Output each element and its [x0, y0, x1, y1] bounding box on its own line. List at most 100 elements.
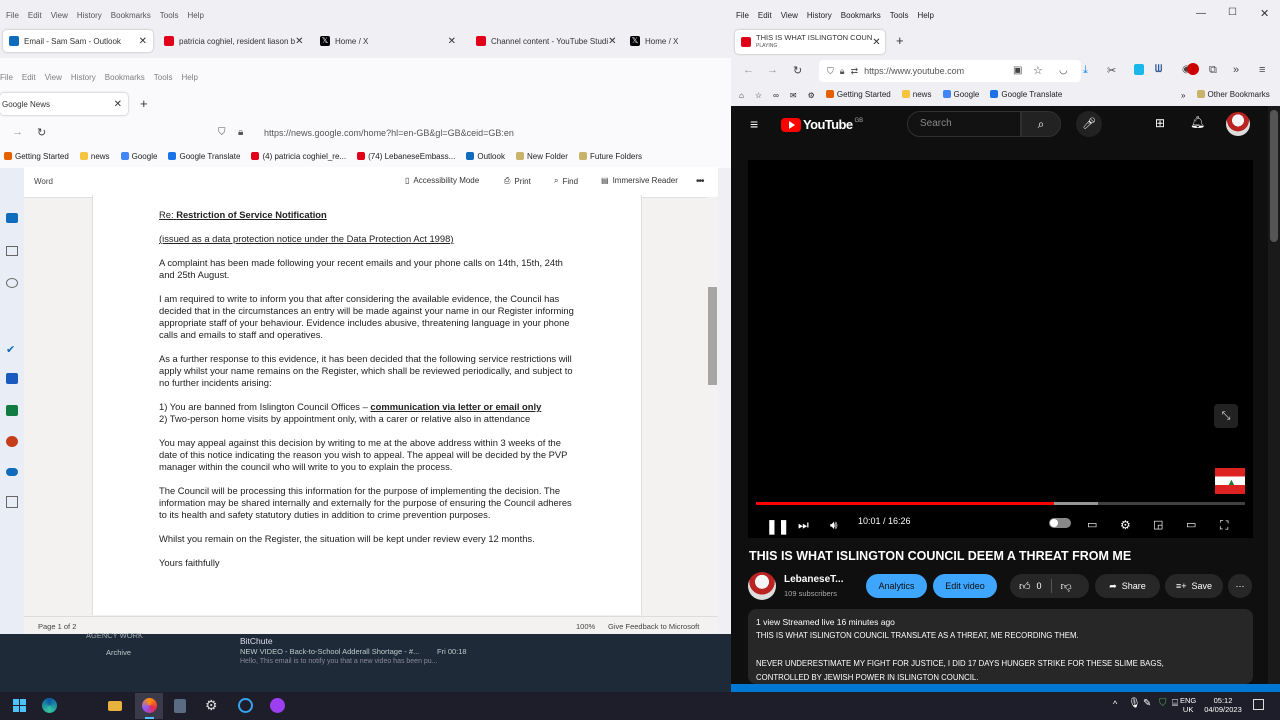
word-icon[interactable]	[6, 373, 18, 384]
search-button[interactable]: ⌕	[1021, 111, 1061, 137]
feedback-link[interactable]: Give Feedback to Microsoft	[608, 622, 699, 631]
back-icon[interactable]: ←	[743, 64, 754, 76]
other-bookmarks[interactable]: » Other Bookmarks	[1181, 89, 1278, 101]
next-button[interactable]: ⏭︎	[798, 518, 809, 533]
bookmark-patricia[interactable]: (4) patricia coghiel_re...	[251, 152, 346, 161]
close-icon[interactable]: ✕	[448, 36, 456, 47]
find-button[interactable]: ⌕ Find	[554, 176, 578, 186]
zoom-level[interactable]: 100%	[576, 622, 595, 631]
miniplayer-icon[interactable]: ⤡	[1214, 404, 1238, 428]
tab-patricia[interactable]: patricia coghiel, resident liason b ✕	[158, 30, 303, 52]
notifications-bell-icon[interactable]: 🔔︎	[1190, 115, 1205, 129]
firefox-taskbar-active[interactable]	[135, 693, 163, 719]
menu-view[interactable]: View	[45, 73, 62, 82]
network-icon[interactable]: ⌸	[1172, 698, 1178, 709]
thumbs-down-icon[interactable]: 👎︎	[1061, 580, 1072, 593]
home-icon[interactable]: ⌂	[739, 91, 744, 100]
reader-view-icon[interactable]: ▣	[1013, 65, 1022, 76]
close-icon[interactable]: ✕	[872, 37, 880, 48]
bookmark-new-folder[interactable]: New Folder	[516, 152, 568, 161]
tab-outlook[interactable]: Email - Sam Sam - Outlook ✕	[3, 30, 153, 52]
gear-icon[interactable]: ⚙	[808, 91, 815, 100]
description-box[interactable]: 1 view Streamed live 16 minutes ago THIS…	[748, 609, 1253, 684]
bookmark-getting-started[interactable]: Getting Started	[825, 90, 891, 99]
menu-bookmarks[interactable]: Bookmarks	[105, 73, 145, 82]
hamburger-menu-icon[interactable]: ≡	[1259, 64, 1265, 76]
excel-icon[interactable]	[6, 405, 18, 416]
extension-icon[interactable]: ᗯ	[1155, 64, 1162, 75]
back-icon[interactable]: →	[12, 126, 23, 138]
tab-google-news[interactable]: Google News ✕	[0, 93, 128, 115]
create-video-icon[interactable]: ⊞	[1155, 116, 1165, 130]
settings-gear-icon[interactable]: ⚙	[1120, 518, 1131, 532]
tab-home-x[interactable]: 𝕏 Home / X ✕	[314, 30, 462, 52]
search-input[interactable]: Search	[907, 111, 1021, 137]
onedrive-icon[interactable]	[6, 468, 18, 476]
menu-help[interactable]: Help	[917, 11, 933, 20]
settings-gear-icon[interactable]: ⚙	[205, 697, 218, 714]
calendar-icon[interactable]	[6, 246, 18, 256]
clock[interactable]: 05:12 04/09/2023	[1200, 696, 1246, 714]
scroll-thumb[interactable]	[1270, 110, 1278, 242]
menu-file[interactable]: File	[0, 73, 13, 82]
tab-home-x-2[interactable]: 𝕏 Home / X	[624, 30, 729, 52]
podcast-app-icon[interactable]	[270, 698, 285, 713]
menu-bookmarks[interactable]: Bookmarks	[111, 11, 151, 20]
progress-bar[interactable]	[756, 502, 1245, 505]
pen-icon[interactable]: ✎	[1143, 698, 1151, 709]
close-window-icon[interactable]: ✕	[1260, 7, 1269, 20]
menu-history[interactable]: History	[807, 11, 832, 20]
miniplayer-button-icon[interactable]: ◲	[1153, 518, 1163, 531]
menu-bookmarks[interactable]: Bookmarks	[841, 11, 881, 20]
bookmark-google-translate[interactable]: Google Translate	[168, 152, 240, 161]
close-icon[interactable]: ✕	[295, 36, 303, 47]
menu-edit[interactable]: Edit	[758, 11, 772, 20]
ublock-icon[interactable]	[1187, 63, 1199, 75]
menu-edit[interactable]: Edit	[28, 11, 42, 20]
save-button[interactable]: ≡+ Save	[1165, 574, 1223, 598]
menu-edit[interactable]: Edit	[22, 73, 36, 82]
video-player[interactable]: ⤡ ▲	[748, 160, 1253, 538]
like-dislike-group[interactable]: 👍︎ 0 👎︎	[1010, 574, 1089, 598]
share-button[interactable]: ➦ Share	[1095, 574, 1160, 598]
avatar[interactable]	[1226, 112, 1250, 136]
menu-history[interactable]: History	[71, 73, 96, 82]
reload-icon[interactable]: ↻	[37, 126, 46, 139]
close-icon[interactable]: ✕	[114, 99, 122, 110]
print-button[interactable]: ⎙ Print	[504, 176, 531, 186]
volume-button[interactable]: 🔊︎	[830, 518, 838, 533]
pause-button[interactable]: ❚❚	[766, 518, 789, 535]
youtube-logo[interactable]: YouTube GB	[781, 117, 863, 132]
scroll-thumb[interactable]	[708, 287, 717, 385]
mail-icon[interactable]: ✉	[790, 91, 797, 100]
page-scrollbar[interactable]	[1268, 106, 1280, 684]
bookmark-getting-started[interactable]: Getting Started	[4, 152, 69, 161]
apps-icon[interactable]	[6, 496, 18, 508]
more-actions-button[interactable]: ⋯	[1228, 574, 1252, 598]
analytics-button[interactable]: Analytics	[866, 574, 927, 598]
url-field[interactable]: https://news.google.com/home?hl=en-GB&gl…	[256, 124, 726, 142]
calculator-icon[interactable]	[174, 699, 186, 713]
captions-icon[interactable]: ▭	[1087, 518, 1097, 531]
tab-youtube-video[interactable]: THIS IS WHAT ISLINGTON COUN PLAYING ✕	[735, 30, 885, 54]
menu-help[interactable]: Help	[187, 11, 203, 20]
new-tab-button[interactable]: +	[896, 33, 904, 48]
chevron-up-icon[interactable]: ^	[1113, 699, 1117, 709]
bookmark-outlook[interactable]: Outlook	[466, 152, 505, 161]
hamburger-menu-icon[interactable]: ≡	[750, 116, 758, 132]
menu-file[interactable]: File	[736, 11, 749, 20]
menu-tools[interactable]: Tools	[160, 11, 179, 20]
bookmark-google[interactable]: Google	[120, 152, 157, 161]
menu-history[interactable]: History	[77, 11, 102, 20]
channel-avatar[interactable]	[748, 572, 776, 600]
more-options-button[interactable]: •••	[696, 176, 704, 187]
star-icon[interactable]: ☆	[755, 91, 762, 100]
bookmark-future-folders[interactable]: Future Folders	[578, 152, 642, 161]
channel-name[interactable]: LebaneseT...	[784, 574, 843, 585]
minimize-icon[interactable]: —	[1196, 8, 1206, 19]
bookmark-google[interactable]: Google	[942, 90, 979, 99]
bookmark-google-translate[interactable]: Google Translate	[990, 90, 1062, 99]
folder-item[interactable]: AGENCY WORK	[86, 631, 143, 640]
bookmark-news[interactable]: news	[79, 152, 110, 161]
mail-icon[interactable]	[6, 213, 18, 223]
